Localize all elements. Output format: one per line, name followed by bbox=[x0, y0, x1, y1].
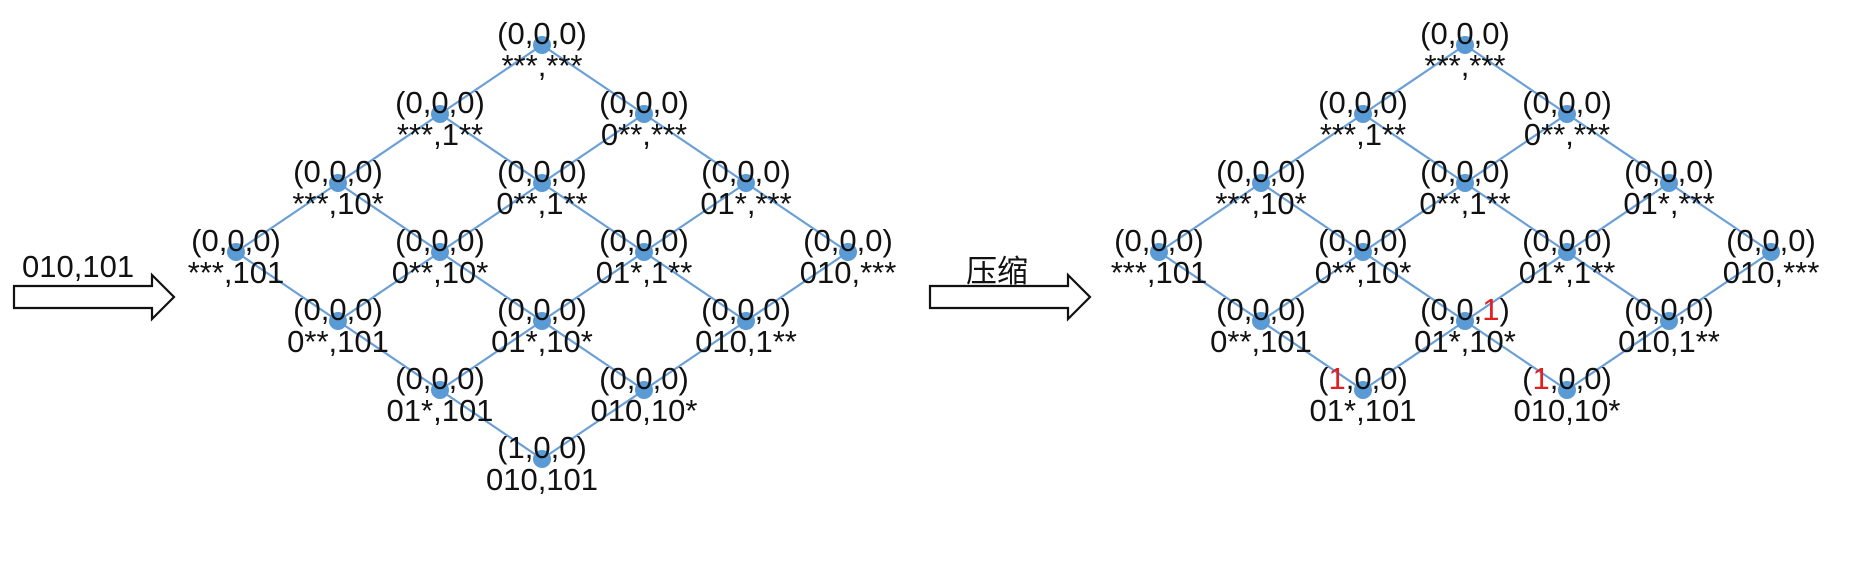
node-counts: (0,0,0) bbox=[599, 361, 689, 396]
node-mask: 0**,1** bbox=[496, 186, 587, 221]
node-mask: 010,10* bbox=[1514, 393, 1621, 428]
node-mask: 010,1** bbox=[1618, 324, 1720, 359]
node-mask: 010,101 bbox=[486, 462, 598, 497]
compress-arrow: 压缩 bbox=[928, 254, 1092, 322]
node-mask: 01*,1** bbox=[596, 255, 693, 290]
node-counts: (0,0,0) bbox=[1318, 85, 1408, 120]
node-mask: 0**,*** bbox=[1524, 117, 1610, 152]
node-mask: ***,1** bbox=[1320, 117, 1406, 152]
node-mask: ***,101 bbox=[1111, 255, 1208, 290]
input-arrow: 010,101 bbox=[12, 249, 176, 322]
node-mask: 0**,10* bbox=[1315, 255, 1412, 290]
node-counts: (0,0,0) bbox=[1726, 223, 1816, 258]
input-label: 010,101 bbox=[22, 249, 134, 284]
compress-label: 压缩 bbox=[966, 254, 1028, 289]
node-counts: (1,0,0) bbox=[1522, 361, 1612, 396]
node-mask: 01*,101 bbox=[387, 393, 494, 428]
node-mask: ***,*** bbox=[1425, 48, 1506, 83]
node-counts: (0,0,0) bbox=[803, 223, 893, 258]
node-mask: 010,10* bbox=[591, 393, 698, 428]
node-counts: (0,0,0) bbox=[1624, 292, 1714, 327]
node-counts: (0,0,0) bbox=[497, 16, 587, 51]
node-counts: (0,0,0) bbox=[395, 361, 485, 396]
node-counts: (0,0,0) bbox=[1216, 292, 1306, 327]
node-counts: (0,0,0) bbox=[395, 85, 485, 120]
node-counts: (0,0,0) bbox=[1420, 154, 1510, 189]
node-mask: 010,1** bbox=[695, 324, 797, 359]
node-counts: (0,0,0) bbox=[497, 154, 587, 189]
node-counts: (1,0,0) bbox=[1318, 361, 1408, 396]
node-counts: (0,0,0) bbox=[701, 292, 791, 327]
node-mask: ***,10* bbox=[292, 186, 383, 221]
node-counts: (0,0,0) bbox=[701, 154, 791, 189]
node-counts: (0,0,0) bbox=[1624, 154, 1714, 189]
node-counts: (0,0,0) bbox=[293, 154, 383, 189]
node-mask: 0**,1** bbox=[1419, 186, 1510, 221]
node-counts: (0,0,0) bbox=[1318, 223, 1408, 258]
node-counts: (0,0,0) bbox=[191, 223, 281, 258]
node-counts: (0,0,0) bbox=[599, 223, 689, 258]
node-mask: ***,10* bbox=[1215, 186, 1306, 221]
node-counts: (0,0,0) bbox=[1420, 16, 1510, 51]
node-counts: (1,0,0) bbox=[497, 430, 587, 465]
node-mask: 0**,*** bbox=[601, 117, 687, 152]
node-counts: (0,0,0) bbox=[293, 292, 383, 327]
node-counts: (0,0,0) bbox=[1522, 223, 1612, 258]
node-counts: (0,0,0) bbox=[395, 223, 485, 258]
node-mask: 01*,1** bbox=[1519, 255, 1616, 290]
node-counts: (0,0,0) bbox=[1216, 154, 1306, 189]
node-mask: ***,*** bbox=[502, 48, 583, 83]
node-mask: 01*,101 bbox=[1310, 393, 1417, 428]
node-mask: 010,*** bbox=[1723, 255, 1820, 290]
node-mask: ***,1** bbox=[397, 117, 483, 152]
node-mask: 01*,*** bbox=[1623, 186, 1714, 221]
node-counts: (0,0,0) bbox=[1114, 223, 1204, 258]
node-mask: 0**,10* bbox=[392, 255, 489, 290]
node-mask: 010,*** bbox=[800, 255, 897, 290]
node-mask: 0**,101 bbox=[287, 324, 389, 359]
node-counts: (0,0,0) bbox=[1522, 85, 1612, 120]
node-counts: (0,0,0) bbox=[599, 85, 689, 120]
node-mask: 0**,101 bbox=[1210, 324, 1312, 359]
node-mask: 01*,10* bbox=[491, 324, 593, 359]
node-counts: (0,0,0) bbox=[497, 292, 587, 327]
diagram-canvas: (0,0,0)***,***(0,0,0)***,1**(0,0,0)0**,*… bbox=[12, 16, 1820, 497]
node-mask: 01*,*** bbox=[700, 186, 791, 221]
node-mask: 01*,10* bbox=[1414, 324, 1516, 359]
node-mask: ***,101 bbox=[188, 255, 285, 290]
node-counts: (0,0,1) bbox=[1420, 292, 1510, 327]
